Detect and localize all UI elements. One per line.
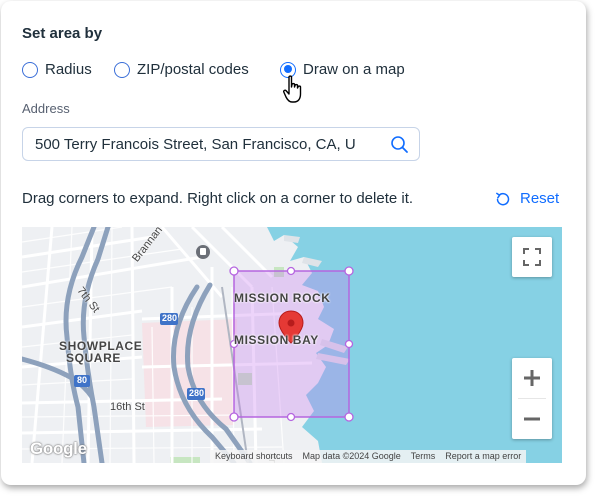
map-instructions: Drag corners to expand. Right click on a…	[22, 190, 414, 207]
reset-label[interactable]: Reset	[520, 190, 559, 207]
radio-zip-codes[interactable]: ZIP/postal codes	[114, 61, 249, 78]
highway-280-shield-south: 280	[189, 388, 205, 398]
zoom-in-button[interactable]	[512, 358, 552, 398]
fullscreen-button[interactable]	[512, 237, 552, 277]
address-label: Address	[22, 101, 70, 116]
zoom-out-button[interactable]	[512, 399, 552, 439]
radio-radius-circle[interactable]	[22, 61, 38, 78]
google-logo: Google	[30, 439, 87, 458]
section-title: Set area by	[22, 25, 103, 42]
radio-radius[interactable]: Radius	[22, 61, 92, 78]
keyboard-shortcuts-link[interactable]: Keyboard shortcuts	[210, 450, 298, 463]
map-data-credit: Map data ©2024 Google	[302, 451, 401, 461]
radio-radius-label[interactable]: Radius	[45, 61, 92, 78]
zoom-controls	[512, 358, 552, 439]
delivery-area-card: Set area by Radius ZIP/postal codes Draw…	[1, 1, 586, 485]
radio-draw-on-map-label[interactable]: Draw on a map	[303, 61, 405, 78]
street-label-16th: 16th St	[110, 401, 145, 413]
report-map-error-link[interactable]: Report a map error	[440, 450, 526, 463]
plus-icon	[524, 370, 540, 386]
map-view[interactable]: 280 80 280 Brannan St 7th St 16th St 3rd…	[22, 227, 562, 463]
search-icon[interactable]	[390, 135, 409, 154]
neighborhood-label-mission-rock: MISSION ROCK	[234, 291, 331, 305]
radio-zip-codes-label[interactable]: ZIP/postal codes	[137, 61, 249, 78]
radio-zip-codes-circle[interactable]	[114, 61, 130, 78]
terms-link[interactable]: Terms	[406, 450, 441, 463]
neighborhood-label-square: SQUARE	[66, 351, 121, 365]
reset-icon	[496, 192, 510, 205]
fullscreen-icon	[523, 248, 541, 266]
address-input[interactable]: 500 Terry Francois Street, San Francisco…	[22, 127, 420, 161]
address-input-value[interactable]: 500 Terry Francois Street, San Francisco…	[35, 136, 375, 153]
minus-icon	[524, 417, 540, 421]
highway-80-shield: 80	[77, 375, 88, 385]
map-attribution-bar: Keyboard shortcuts Map data ©2024 Google…	[210, 450, 527, 463]
hand-pointer-cursor-icon	[283, 75, 302, 103]
highway-280-shield-north: 280	[162, 313, 178, 323]
reset-button[interactable]: Reset	[495, 190, 559, 207]
neighborhood-label-mission-bay: MISSION BAY	[234, 333, 319, 347]
